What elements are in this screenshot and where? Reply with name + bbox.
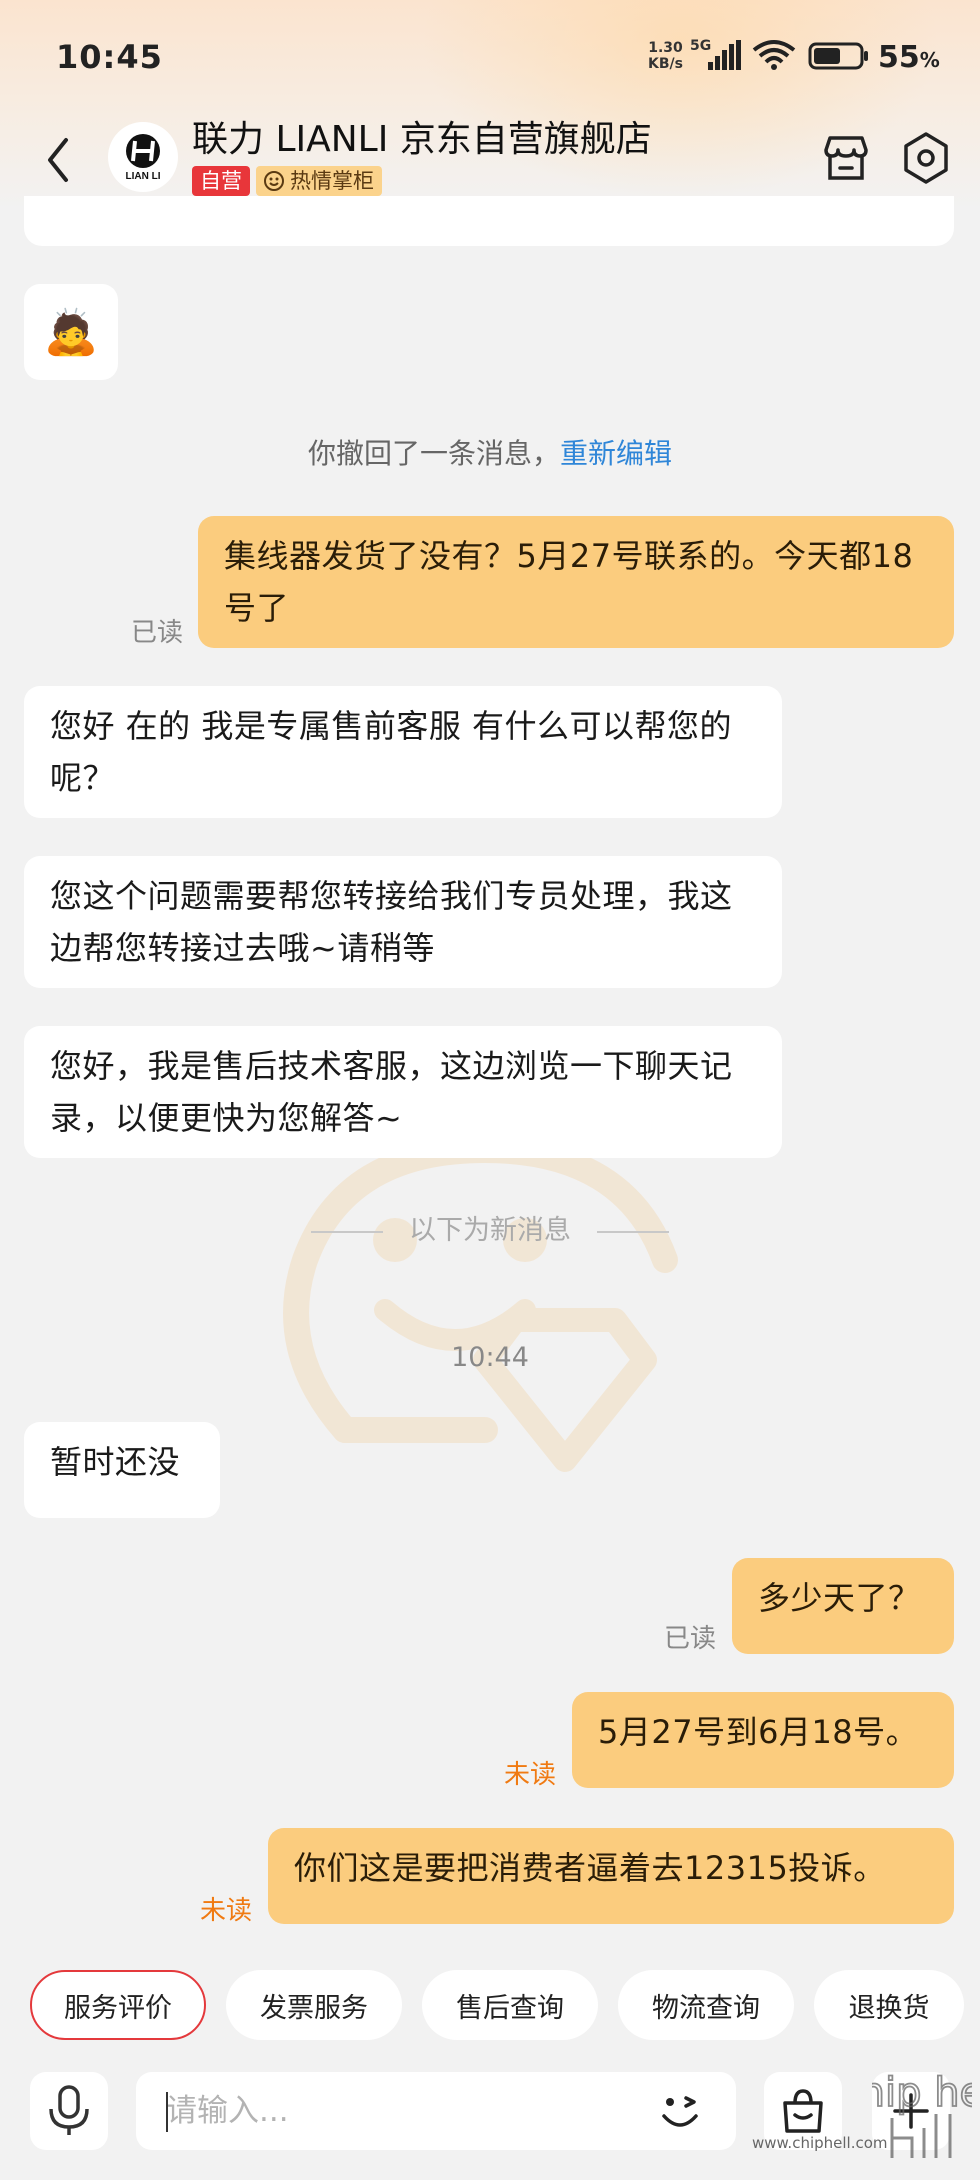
incoming-message[interactable]: 暂时还没 xyxy=(24,1422,220,1518)
store-logo[interactable]: LIAN LI xyxy=(108,122,178,192)
microphone-icon xyxy=(49,2085,89,2135)
store-icon[interactable] xyxy=(818,130,874,186)
incoming-message[interactable]: 您好，我是售后技术客服，这边浏览一下聊天记录，以便更快为您解答~ xyxy=(24,1026,782,1158)
hot-shopkeeper-badge: 热情掌柜 xyxy=(256,166,382,196)
new-messages-divider: 以下为新消息 xyxy=(0,1208,980,1247)
quick-actions-bar: 服务评价 发票服务 售后查询 物流查询 退换货 xyxy=(0,1970,980,2046)
chip-logistics-query[interactable]: 物流查询 xyxy=(618,1970,794,2040)
read-status: 已读 xyxy=(664,1624,717,1654)
status-time: 10:45 xyxy=(56,38,163,76)
outgoing-message[interactable]: 5月27号到6月18号。 xyxy=(572,1692,954,1788)
network-speed: 1.30 KB/s xyxy=(648,40,683,72)
voice-button[interactable] xyxy=(30,2072,108,2150)
recall-notice: 你撤回了一条消息，重新编辑 xyxy=(307,437,673,470)
chip-service-rating[interactable]: 服务评价 xyxy=(30,1970,206,2040)
smiley-badge-icon xyxy=(264,171,284,191)
lianli-logo-icon: LIAN LI xyxy=(126,134,161,182)
status-bar: 10:45 1.30 KB/s 5G 55% xyxy=(0,0,980,110)
wifi-icon xyxy=(752,40,796,70)
battery-icon xyxy=(808,42,868,70)
unread-status: 未读 xyxy=(504,1760,557,1790)
chip-after-sales-query[interactable]: 售后查询 xyxy=(422,1970,598,2040)
self-operated-badge: 自营 xyxy=(192,166,250,196)
sticker-message: 🙇 xyxy=(24,284,118,380)
text-cursor xyxy=(166,2092,168,2132)
svg-text:LIAN LI: LIAN LI xyxy=(126,171,161,182)
chip-return-exchange[interactable]: 退换货 xyxy=(814,1970,964,2040)
message-timestamp: 10:44 xyxy=(451,1342,529,1373)
outgoing-message[interactable]: 你们这是要把消费者逼着去12315投诉。 xyxy=(268,1828,954,1924)
svg-text:chip hell: chip hell xyxy=(872,2070,972,2116)
chat-watermark xyxy=(283,1136,678,1472)
battery-percent: 55% xyxy=(878,40,940,75)
watermark-url: www.chiphell.com xyxy=(752,2134,888,2152)
settings-hexagon-icon[interactable] xyxy=(898,130,954,186)
previous-message-card xyxy=(24,196,954,246)
wink-emoji-icon[interactable] xyxy=(656,2088,704,2136)
incoming-message[interactable]: 您好 在的 我是专属售前客服 有什么可以帮您的呢？ xyxy=(24,686,782,818)
message-input[interactable] xyxy=(136,2072,736,2150)
unread-status: 未读 xyxy=(200,1896,253,1926)
signal-icon xyxy=(708,40,741,70)
incoming-message[interactable]: 您这个问题需要帮您转接给我们专员处理，我这边帮您转接过去哦~请稍等 xyxy=(24,856,782,988)
re-edit-link[interactable]: 重新编辑 xyxy=(560,437,672,470)
input-bar xyxy=(0,2068,980,2180)
outgoing-message[interactable]: 集线器发货了没有？5月27号联系的。今天都18号了 xyxy=(198,516,954,648)
chat-header: LIAN LI 联力 LIANLI 京东自营旗舰店 自营 热情掌柜 xyxy=(0,110,980,210)
back-arrow-icon[interactable] xyxy=(36,130,80,190)
read-status: 已读 xyxy=(131,618,184,648)
store-name[interactable]: 联力 LIANLI 京东自营旗舰店 xyxy=(192,110,652,162)
shopping-bag-icon xyxy=(783,2089,823,2133)
chip-invoice-service[interactable]: 发票服务 xyxy=(226,1970,402,2040)
outgoing-message[interactable]: 多少天了？ xyxy=(732,1558,954,1654)
